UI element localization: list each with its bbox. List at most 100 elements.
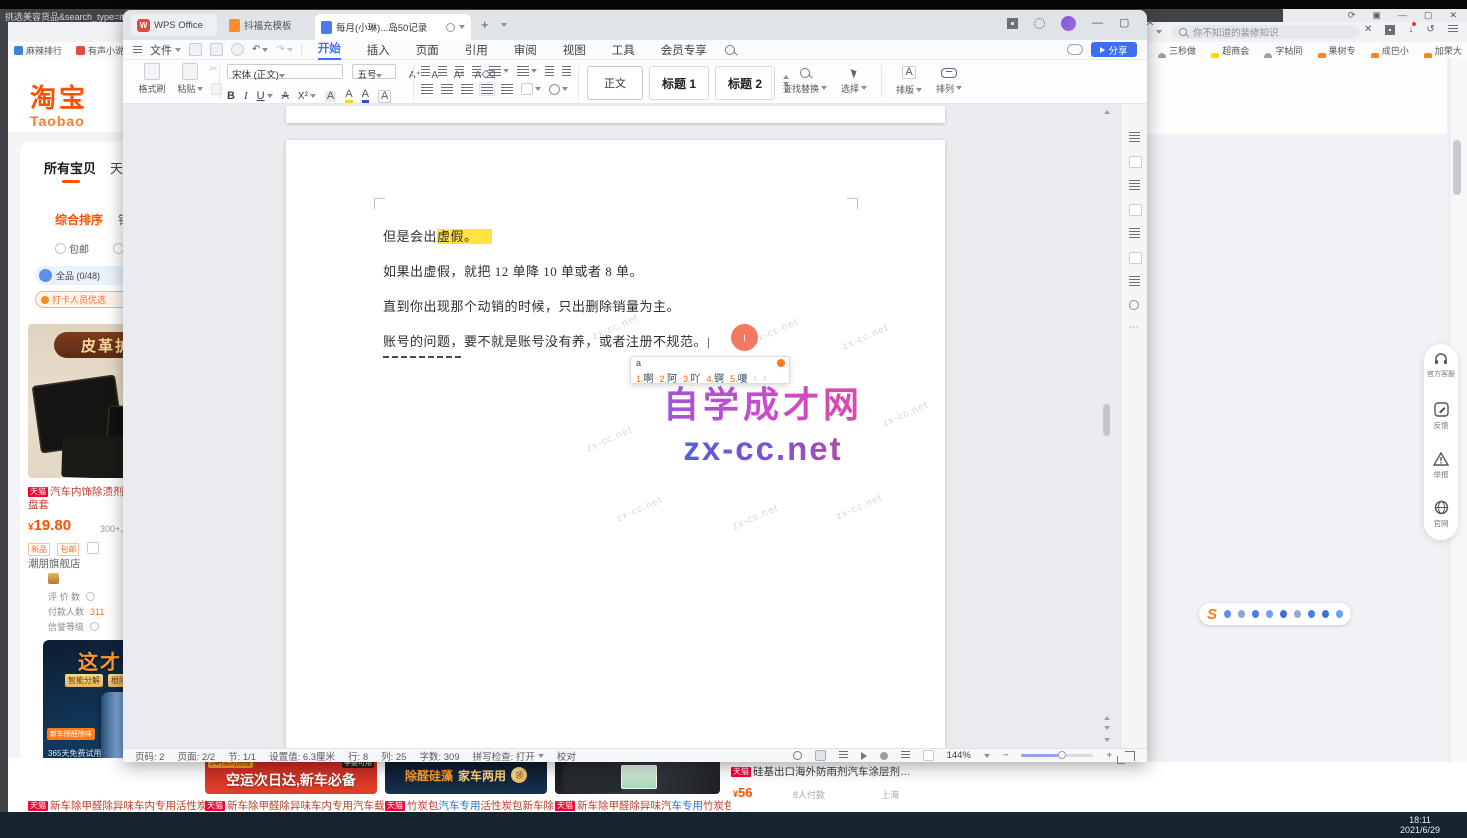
taskbar-clock[interactable]: 18:11 2021/6/29 [1390,815,1450,835]
bottom-card-3[interactable]: 除醛硅藻 家车两用 领 天猫竹炭包汽车专用活性炭包新车除甲醛 [385,756,547,812]
highlight-color-button[interactable]: A [345,89,352,103]
cut-icon[interactable]: ✕ [1364,25,1372,35]
help-tool-icon[interactable] [1129,300,1139,310]
tab-home[interactable]: 开始 [318,40,341,60]
minimize-button[interactable]: — [1092,18,1103,29]
ribbon-search-icon[interactable] [725,45,735,55]
zoom-slider[interactable] [1021,754,1093,757]
promo-pill[interactable]: 打卡人员优选 [35,291,133,308]
format-painter-button[interactable]: 格式刷 [137,63,167,95]
bottom-card-4[interactable]: 天猫新车除甲醛除异味汽车专用竹炭包除 [555,756,720,812]
zoom-in-button[interactable]: + [1106,750,1112,761]
view-page-icon[interactable] [815,750,826,761]
toc-tool-icon[interactable] [1129,252,1142,264]
previous-page-button[interactable] [1104,716,1110,720]
zoom-caret-icon[interactable] [984,754,990,758]
edit-tool-icon[interactable] [1129,132,1140,142]
status-word-count[interactable]: 字数: 309 [419,749,459,763]
tab-insert[interactable]: 插入 [367,42,390,58]
apps-grid-icon[interactable] [1385,25,1395,35]
ime-toolbar[interactable]: S [1199,603,1351,625]
preview-icon[interactable] [231,43,244,56]
copy-icon[interactable] [211,83,222,95]
align-center-icon[interactable] [441,84,453,94]
bookmark-item[interactable]: 有声小说 [76,44,124,57]
history-icon[interactable]: ↺ [1426,25,1434,35]
undo-button[interactable]: ↶ [252,44,268,55]
numbered-list-icon[interactable] [438,66,447,76]
fit-page-icon[interactable] [1125,751,1135,761]
ime-clipboard-icon[interactable] [1294,610,1301,618]
zoom-out-button[interactable]: − [1003,750,1009,761]
increase-indent-icon[interactable] [472,66,481,76]
ime-punct-icon[interactable] [1238,610,1245,618]
tab-caret-icon[interactable] [459,25,465,29]
ime-settings-icon[interactable] [1336,610,1343,618]
autosave-icon[interactable] [446,23,455,32]
share-button[interactable]: 分享 [1091,42,1137,57]
doc-scrollbar-thumb[interactable] [1103,404,1110,436]
ime-toolbox-icon[interactable] [1322,610,1329,618]
download-icon[interactable]: ↓ [1408,24,1413,35]
typeset-button[interactable]: A 排版 [896,66,922,96]
align-distribute-icon[interactable] [501,84,513,94]
outline-tool-icon[interactable] [1129,180,1140,190]
align-justify-icon[interactable] [481,84,493,94]
edit-mode-icon[interactable] [901,751,910,760]
store-name[interactable]: 潮朋旗舰店 [28,556,81,571]
panel-item-site[interactable]: 官网 [1424,500,1458,528]
tab-reference[interactable]: 引用 [465,42,488,58]
wps-doc-tab-active[interactable]: 每月(小琳)...岛50记录 [315,14,471,40]
bold-button[interactable]: B [227,90,235,102]
bookmark-item[interactable]: 麻辣排行 [14,44,62,57]
show-marks-icon[interactable] [562,66,571,76]
underline-button[interactable]: U [257,90,273,102]
font-size-combo[interactable]: 五号 [352,64,396,79]
bullet-list-icon[interactable] [421,66,430,76]
close-button[interactable]: ✕ [1449,11,1457,20]
wps-doc-tab-1[interactable]: 抖福充模板 [223,14,311,36]
align-left-icon[interactable] [421,84,433,94]
close-button[interactable]: ✕ [1145,18,1154,29]
decrease-indent-icon[interactable] [455,66,464,76]
ruler-tool-icon[interactable] [1129,156,1142,168]
more-tools-icon[interactable]: ⋯ [1129,322,1140,333]
ime-emoji-icon[interactable] [1252,610,1259,618]
align-right-icon[interactable] [461,84,473,94]
fullscreen-icon[interactable] [923,750,934,761]
borders-button[interactable] [521,83,541,95]
search-input[interactable]: 你不知道的装修知识 [1193,25,1279,39]
tab-all-items[interactable]: 所有宝贝 [44,158,96,177]
view-read-icon[interactable] [861,752,867,760]
tab-page[interactable]: 页面 [416,42,439,58]
doc-line-2[interactable]: 如果出虚假，就把 12 单降 10 单或者 8 单。 [383,261,643,280]
style-heading-1[interactable]: 标题 1 [649,66,709,100]
user-avatar[interactable] [1061,16,1076,31]
char-shading-icon[interactable]: A [325,91,336,102]
redo-button[interactable]: ↷ [276,44,292,55]
arrange-button[interactable]: 排列 [936,68,962,95]
scroll-down-arrow[interactable] [1104,738,1110,742]
bookmark-tool-icon[interactable] [1129,204,1142,216]
filter-free-shipping-label[interactable]: 包邮 [69,241,89,256]
style-normal[interactable]: 正文 [587,66,643,100]
new-tab-button[interactable]: + [481,17,489,32]
style-heading-2[interactable]: 标题 2 [715,66,775,100]
history-tool-icon[interactable] [1129,276,1140,286]
cloud-sync-icon[interactable] [1067,44,1083,55]
ime-keyboard-icon[interactable] [1280,610,1287,618]
scroll-up-arrow[interactable] [1104,110,1110,114]
select-button[interactable]: 选择 [841,68,867,95]
paste-button[interactable]: 粘贴 [175,63,205,95]
line-spacing-button[interactable] [489,66,509,76]
print-icon[interactable] [210,43,223,56]
status-spellcheck[interactable]: 拼写检查: 打开 [473,749,544,763]
browser-scrollbar-thumb[interactable] [1453,140,1461,195]
apps-grid-icon[interactable] [1007,18,1018,29]
panel-item-report[interactable]: 举报 [1424,452,1458,479]
hamburger-icon[interactable] [133,46,142,54]
gear-icon[interactable] [1034,18,1045,29]
increase-font-icon[interactable]: A⁺ [409,70,421,81]
superscript-button[interactable]: X² [298,91,316,102]
doc-line-4[interactable]: 账号的问题，要不就是账号没有养，或者注册不规范。| [383,331,710,350]
